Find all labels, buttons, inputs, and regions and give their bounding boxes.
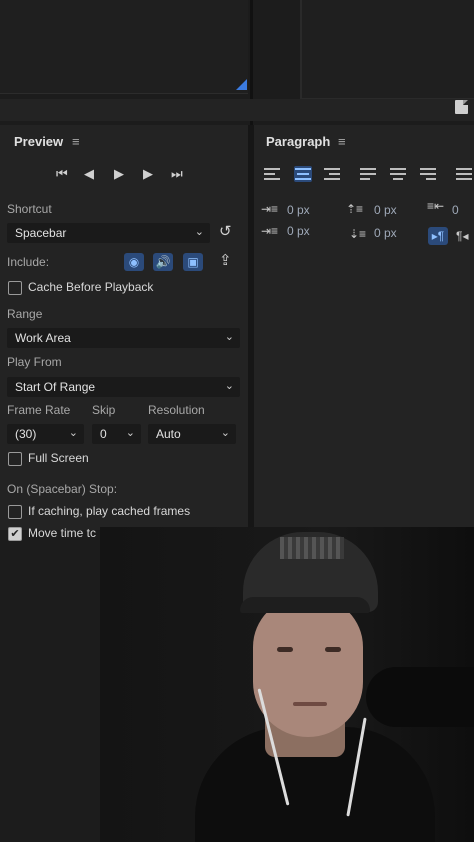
stop-label: On (Spacebar) Stop:	[7, 482, 118, 496]
space-before-value[interactable]: 0 px	[374, 203, 397, 217]
new-document-icon[interactable]	[455, 100, 468, 114]
chevron-down-icon: ⌄	[224, 331, 234, 343]
full-screen-label: Full Screen	[28, 451, 89, 465]
ltr-direction-icon[interactable]: ▸¶	[428, 227, 448, 245]
webcam-overlay	[100, 527, 474, 842]
rtl-direction-icon[interactable]: ¶◂	[456, 229, 468, 243]
resolution-value: Auto	[156, 427, 181, 441]
cap-brim	[240, 597, 370, 613]
play-from-value: Start Of Range	[15, 380, 96, 394]
first-line-indent-value[interactable]: 0 px	[287, 224, 310, 238]
space-after-value[interactable]: 0 px	[374, 226, 397, 240]
panel-strip	[0, 99, 474, 121]
mouth	[293, 702, 327, 706]
play-icon[interactable]: ▶	[114, 166, 124, 182]
right-eye	[325, 647, 341, 652]
indent-left-value[interactable]: 0 px	[287, 203, 310, 217]
play-from-label: Play From	[7, 355, 62, 369]
shortcut-label: Shortcut	[7, 202, 52, 216]
left-eye	[277, 647, 293, 652]
frame-rate-label: Frame Rate	[7, 403, 71, 417]
overlay-icon[interactable]: ▣	[183, 253, 203, 271]
align-right-icon[interactable]	[324, 166, 342, 182]
first-line-indent-icon[interactable]: ⇥≡	[261, 224, 278, 238]
frame-rate-value: (30)	[15, 427, 37, 441]
audio-icon[interactable]: 🔊	[153, 253, 173, 271]
align-center-icon[interactable]	[294, 166, 312, 182]
full-screen-checkbox[interactable]	[8, 452, 22, 466]
indent-right-icon[interactable]: ≡⇤	[427, 199, 444, 213]
menu-icon[interactable]: ≡	[72, 134, 80, 149]
previous-frame-icon[interactable]: ◀	[84, 166, 94, 182]
cache-label: Cache Before Playback	[28, 280, 154, 294]
range-dropdown[interactable]: Work Area ⌄	[7, 328, 240, 348]
range-label: Range	[7, 307, 43, 321]
shortcut-value: Spacebar	[15, 226, 67, 240]
move-time-label: Move time tc	[28, 526, 97, 540]
skip-label: Skip	[92, 403, 116, 417]
last-frame-icon[interactable]: ⏭	[171, 166, 183, 182]
check-icon: ✔	[10, 528, 20, 540]
resize-corner-icon[interactable]	[236, 79, 247, 90]
preview-title[interactable]: Preview	[14, 134, 63, 149]
chair	[366, 667, 474, 727]
chevron-down-icon: ⌄	[68, 427, 78, 439]
face	[253, 597, 363, 737]
space-after-icon[interactable]: ⇣≡	[349, 227, 366, 241]
first-frame-icon[interactable]: ⏮	[56, 166, 68, 182]
include-label: Include:	[7, 255, 50, 269]
frame-rate-dropdown[interactable]: (30) ⌄	[7, 424, 84, 444]
indent-right-value[interactable]: 0	[452, 203, 459, 217]
chevron-down-icon: ⌄	[224, 380, 234, 392]
justify-all-icon[interactable]	[456, 166, 474, 182]
chevron-down-icon: ⌄	[194, 226, 204, 238]
justify-left-icon[interactable]	[360, 166, 378, 182]
cap-flag-patch	[280, 537, 344, 559]
skip-dropdown[interactable]: 0 ⌄	[92, 424, 141, 444]
shortcut-dropdown[interactable]: Spacebar ⌄	[7, 223, 210, 243]
cache-checkbox[interactable]	[8, 281, 22, 295]
upper-right-panel	[300, 0, 474, 100]
resolution-dropdown[interactable]: Auto ⌄	[148, 424, 236, 444]
video-eye-icon[interactable]: ◉	[124, 253, 144, 271]
chevron-down-icon: ⌄	[125, 427, 135, 439]
skip-value: 0	[100, 427, 107, 441]
space-before-icon[interactable]: ⇡≡	[346, 202, 363, 216]
justify-center-icon[interactable]	[390, 166, 408, 182]
move-time-checkbox[interactable]: ✔	[8, 527, 22, 541]
justify-right-icon[interactable]	[420, 166, 438, 182]
next-frame-icon[interactable]: ▶	[143, 166, 153, 182]
if-caching-checkbox[interactable]	[8, 505, 22, 519]
reset-icon[interactable]: ↺	[219, 222, 232, 240]
composition-viewer-panel	[0, 0, 248, 94]
range-value: Work Area	[15, 331, 71, 345]
paragraph-panel	[254, 125, 474, 530]
resolution-label: Resolution	[148, 403, 205, 417]
paragraph-title[interactable]: Paragraph	[266, 134, 330, 149]
if-caching-label: If caching, play cached frames	[28, 504, 191, 518]
chevron-down-icon: ⌄	[220, 427, 230, 439]
align-left-icon[interactable]	[264, 166, 282, 182]
export-icon[interactable]: ⇪	[219, 251, 232, 269]
indent-left-icon[interactable]: ⇥≡	[261, 202, 278, 216]
menu-icon[interactable]: ≡	[338, 134, 346, 149]
play-from-dropdown[interactable]: Start Of Range ⌄	[7, 377, 240, 397]
